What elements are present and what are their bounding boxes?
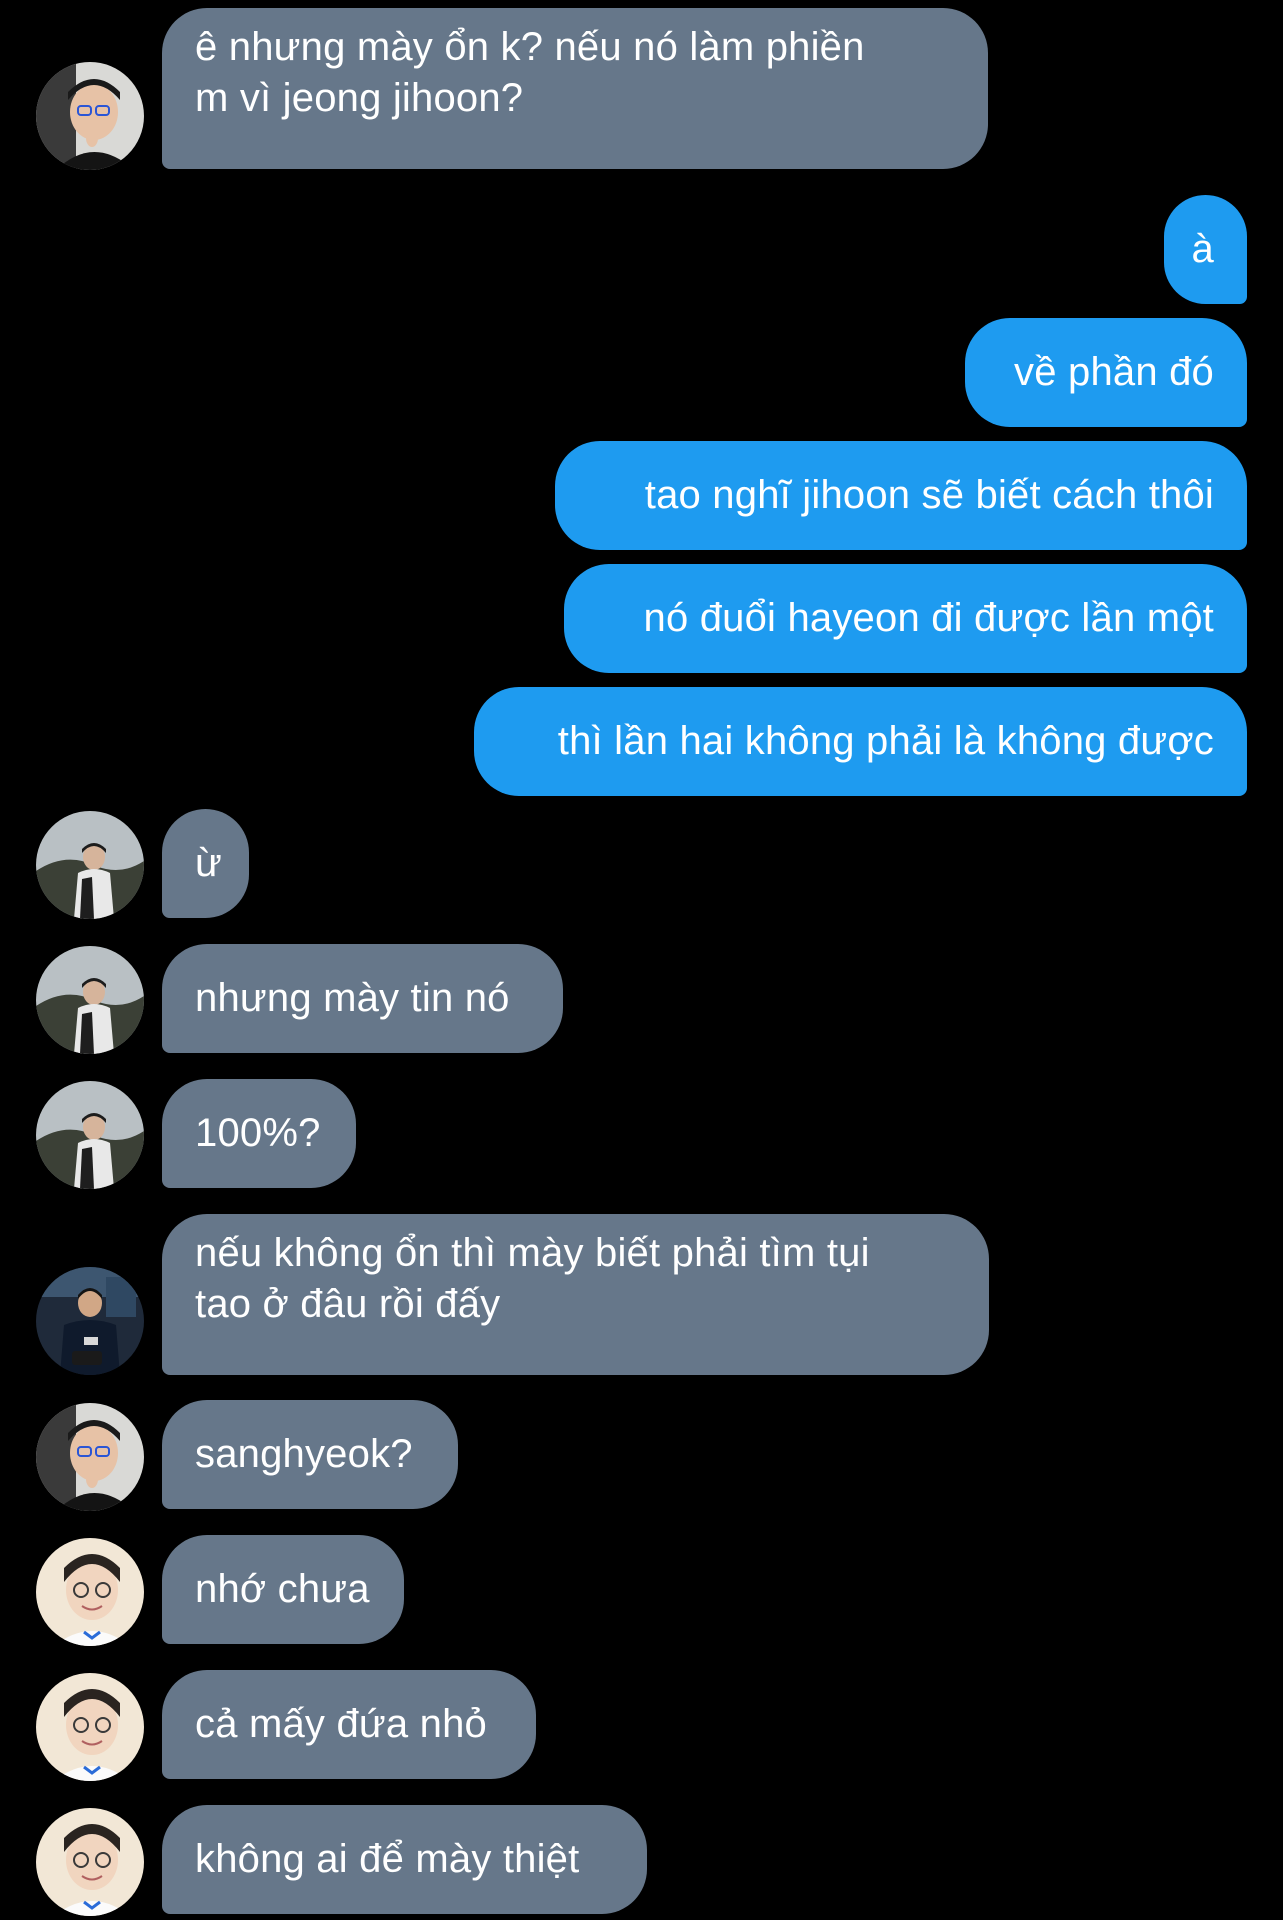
message-bubble-outgoing[interactable]: tao nghĩ jihoon sẽ biết cách thôi	[555, 441, 1247, 550]
chat-thread[interactable]: ê nhưng mày ổn k? nếu nó làm phiền m vì …	[0, 0, 1283, 1920]
message-bubble-incoming[interactable]: không ai để mày thiệt	[162, 1805, 647, 1914]
user-avatar-smiling-icon[interactable]	[36, 1673, 144, 1781]
user-avatar-smiling-icon[interactable]	[36, 1538, 144, 1646]
message-bubble-incoming[interactable]: 100%?	[162, 1079, 356, 1188]
message-bubble-outgoing[interactable]: à	[1164, 195, 1247, 304]
message-bubble-incoming[interactable]: ê nhưng mày ổn k? nếu nó làm phiền m vì …	[162, 8, 988, 169]
user-avatar-outdoor-icon[interactable]	[36, 1081, 144, 1189]
user-avatar-glasses-icon[interactable]	[36, 62, 144, 170]
message-bubble-incoming[interactable]: nhưng mày tin nó	[162, 944, 563, 1053]
user-avatar-glasses-icon[interactable]	[36, 1403, 144, 1511]
user-avatar-jersey-icon[interactable]	[36, 1267, 144, 1375]
message-bubble-incoming[interactable]: sanghyeok?	[162, 1400, 458, 1509]
message-bubble-outgoing[interactable]: về phần đó	[965, 318, 1247, 427]
user-avatar-outdoor-icon[interactable]	[36, 811, 144, 919]
message-bubble-outgoing[interactable]: nó đuổi hayeon đi được lần một	[564, 564, 1247, 673]
message-bubble-incoming[interactable]: nhớ chưa	[162, 1535, 404, 1644]
message-bubble-incoming[interactable]: nếu không ổn thì mày biết phải tìm tụi t…	[162, 1214, 989, 1375]
user-avatar-outdoor-icon[interactable]	[36, 946, 144, 1054]
message-bubble-incoming[interactable]: ừ	[162, 809, 249, 918]
message-bubble-outgoing[interactable]: thì lần hai không phải là không được	[474, 687, 1247, 796]
message-bubble-incoming[interactable]: cả mấy đứa nhỏ	[162, 1670, 536, 1779]
user-avatar-smiling-icon[interactable]	[36, 1808, 144, 1916]
